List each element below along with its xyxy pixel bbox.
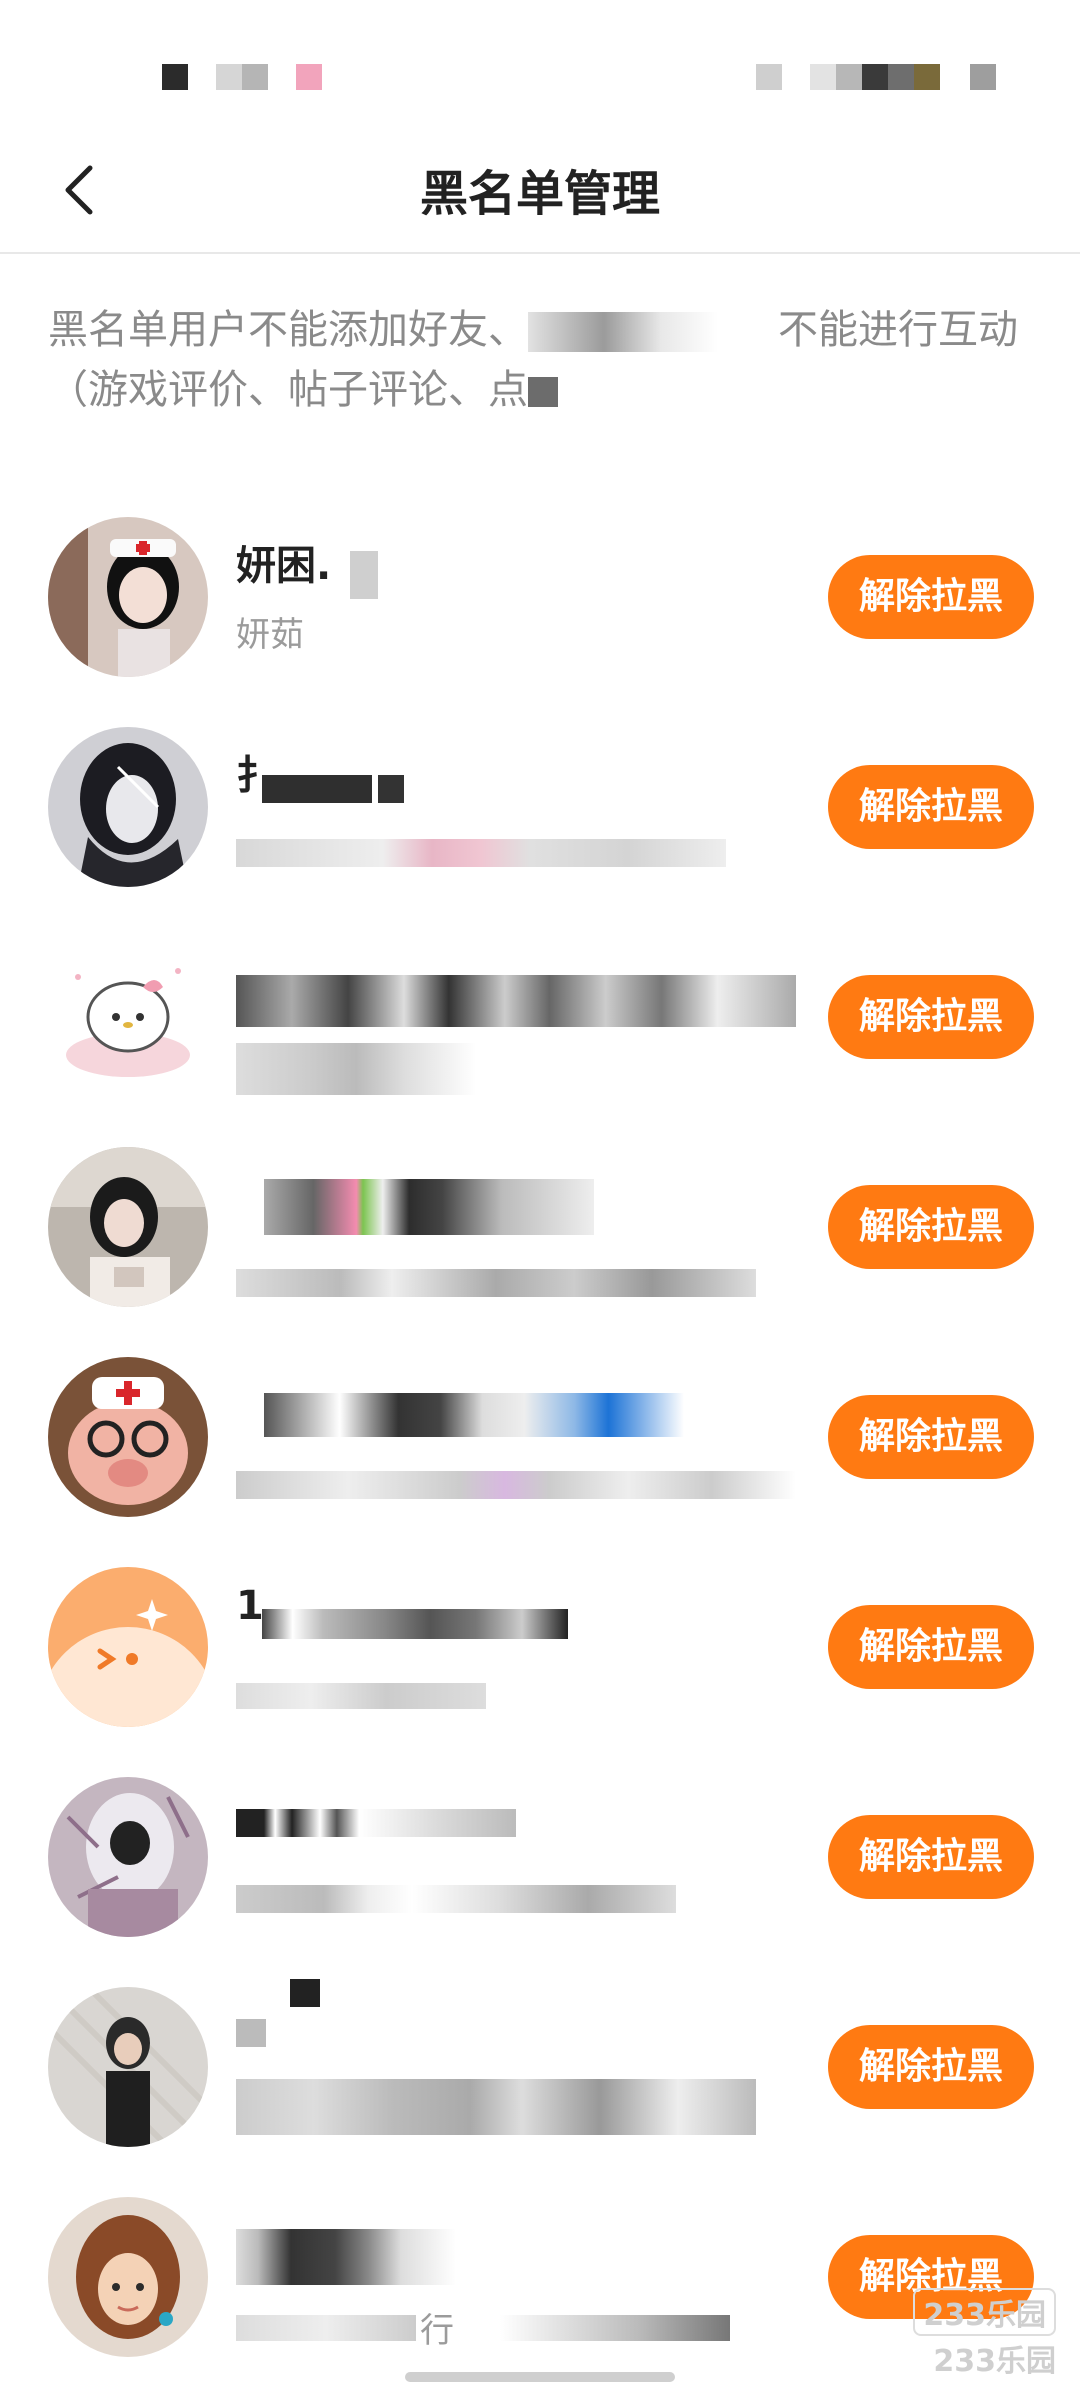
list-item: 解除拉黑	[0, 1765, 1080, 1975]
status-blur-block	[216, 64, 242, 90]
user-subtitle: 妍茹	[236, 615, 304, 655]
blurred-text	[528, 377, 558, 407]
avatar	[48, 1987, 208, 2147]
status-blur-block	[810, 64, 836, 90]
list-item: 解除拉黑	[0, 925, 1080, 1135]
blurred-text	[528, 312, 718, 352]
blurred-text	[236, 1471, 796, 1499]
status-bar	[0, 0, 1080, 130]
blurred-text	[236, 2315, 416, 2341]
user-name: 妍困.	[236, 543, 332, 589]
status-blur-block	[162, 64, 188, 90]
status-blur-block	[242, 64, 268, 90]
page-title: 黑名单管理	[419, 166, 660, 222]
unblock-button[interactable]: 解除拉黑	[828, 765, 1034, 849]
home-indicator[interactable]	[405, 2372, 675, 2382]
status-blur-block	[296, 64, 322, 90]
blurred-text	[264, 1393, 684, 1437]
status-blur-block	[836, 64, 862, 90]
description-line-2: （游戏评价、帖子评论、点	[48, 360, 1038, 420]
status-blur-block	[970, 64, 996, 90]
unblock-button[interactable]: 解除拉黑	[828, 1185, 1034, 1269]
blacklist-description: 黑名单用户不能添加好友、 不能进行互动 （游戏评价、帖子评论、点	[48, 300, 1038, 420]
blurred-text	[500, 2315, 730, 2341]
avatar	[48, 1147, 208, 1307]
blurred-text	[236, 839, 726, 867]
blurred-text	[264, 1179, 594, 1235]
blurred-text	[236, 2229, 456, 2285]
avatar	[48, 727, 208, 887]
blurred-text	[236, 2019, 266, 2047]
unblock-button[interactable]: 解除拉黑	[828, 555, 1034, 639]
avatar	[48, 1567, 208, 1727]
status-blur-block	[888, 64, 914, 90]
blurred-text	[290, 1979, 320, 2007]
list-item: 解除拉黑	[0, 1345, 1080, 1555]
blurred-text	[262, 1609, 568, 1639]
blurred-text	[236, 975, 796, 1027]
avatar	[48, 517, 208, 677]
blurred-text	[236, 1809, 516, 1837]
blurred-text	[350, 551, 378, 599]
avatar	[48, 937, 208, 1097]
list-item: 扌 解除拉黑	[0, 715, 1080, 925]
blurred-text	[236, 2079, 756, 2135]
blurred-text	[378, 775, 404, 803]
blurred-text	[236, 1885, 676, 1913]
watermark-logo: 233乐园 233乐园	[913, 2288, 1056, 2380]
unblock-button[interactable]: 解除拉黑	[828, 1395, 1034, 1479]
status-blur-block	[756, 64, 782, 90]
unblock-button[interactable]: 解除拉黑	[828, 1605, 1034, 1689]
avatar	[48, 1777, 208, 1937]
list-item: 1 解除拉黑	[0, 1555, 1080, 1765]
avatar	[48, 2197, 208, 2357]
description-line-1: 黑名单用户不能添加好友、 不能进行互动	[48, 307, 1018, 353]
list-item: 妍困. 妍茹 解除拉黑	[0, 505, 1080, 715]
avatar	[48, 1357, 208, 1517]
list-item: 解除拉黑	[0, 1135, 1080, 1345]
unblock-button[interactable]: 解除拉黑	[828, 2025, 1034, 2109]
unblock-button[interactable]: 解除拉黑	[828, 975, 1034, 1059]
user-subtitle: 行	[420, 2311, 454, 2351]
blurred-text	[236, 1683, 486, 1709]
blurred-text	[262, 775, 372, 803]
blacklist-user-list: 妍困. 妍茹 解除拉黑 扌 解除拉黑 解除拉黑 解除拉黑 解除拉黑 1 解除拉黑…	[0, 505, 1080, 2395]
blurred-text	[236, 1269, 756, 1297]
user-name: 1	[236, 1583, 264, 1629]
unblock-button[interactable]: 解除拉黑	[828, 1815, 1034, 1899]
blurred-text	[236, 1043, 476, 1095]
status-blur-block	[914, 64, 940, 90]
nav-header: 黑名单管理	[0, 130, 1080, 254]
list-item: 解除拉黑	[0, 1975, 1080, 2185]
status-blur-block	[862, 64, 888, 90]
